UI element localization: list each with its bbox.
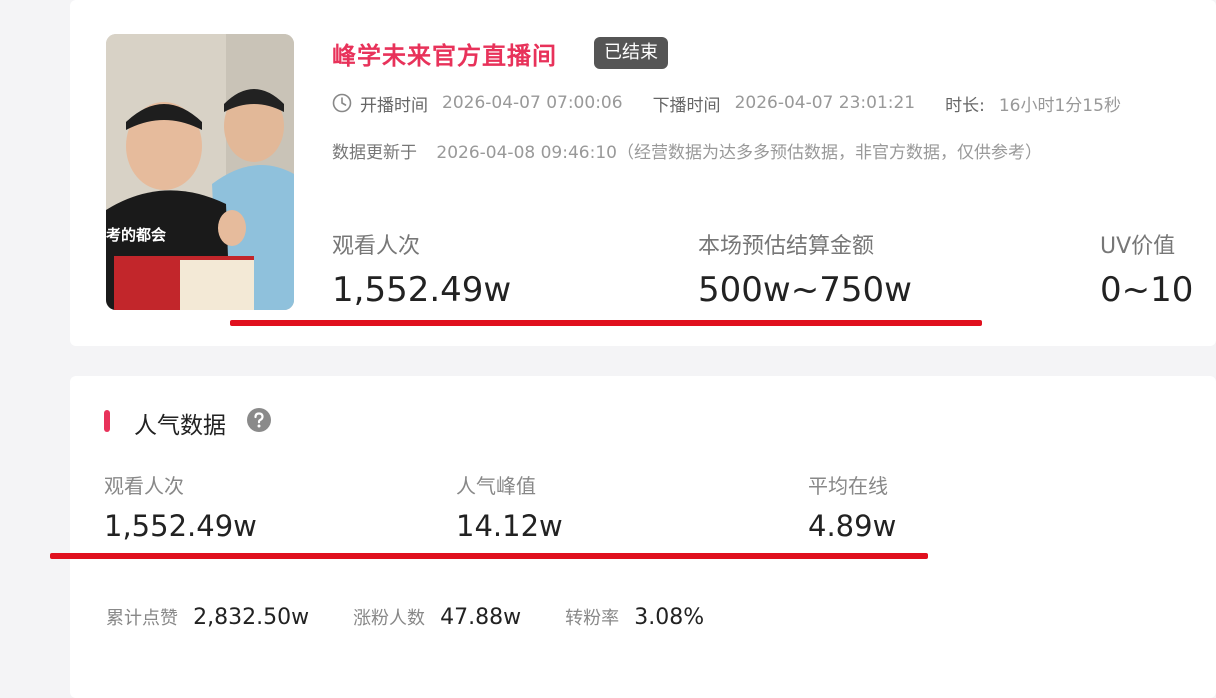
metric-settlement-value: 500w~750w xyxy=(698,270,912,310)
question-circle-icon[interactable] xyxy=(246,407,272,433)
metric-views-label: 观看人次 xyxy=(332,234,421,259)
end-time-value: 2026-04-07 23:01:21 xyxy=(734,93,916,113)
pop-views-value: 1,552.49w xyxy=(104,509,257,543)
broadcast-time-row: 开播时间 2026-04-07 07:00:06 下播时间 2026-04-07… xyxy=(332,88,1216,118)
metric-views: 观看人次 1,552.49w xyxy=(332,228,511,310)
metric-uv-number: 0~10 xyxy=(1100,270,1194,310)
live-room-card: 考的都会 峰学未来官方直播间 已结束 开播时间 2026-04-07 07:00… xyxy=(70,0,1216,346)
conversion-rate-value: 3.08% xyxy=(634,605,705,630)
pop-avg-label: 平均在线 xyxy=(808,474,888,498)
new-fans-label: 涨粉人数 xyxy=(353,608,426,629)
pop-views-label: 观看人次 xyxy=(104,474,184,498)
metric-settlement: 本场预估结算金额 500w~750w xyxy=(698,228,912,310)
duration-label: 时长: xyxy=(945,95,985,116)
live-room-cover-image[interactable] xyxy=(106,34,294,310)
highlight-underline-bottom xyxy=(50,553,928,559)
pop-metric-views: 观看人次 1,552.49w xyxy=(104,470,257,543)
end-time-label: 下播时间 xyxy=(652,95,721,116)
metric-uv-value: UV价值 0~10 xyxy=(1100,228,1193,310)
cover-shirt-text: 考的都会 xyxy=(106,226,167,244)
room-title[interactable]: 峰学未来官方直播间 xyxy=(332,36,557,71)
highlight-underline-top xyxy=(230,320,982,326)
start-time-label: 开播时间 xyxy=(360,95,428,116)
new-fans-metric: 涨粉人数 47.88w xyxy=(353,604,521,630)
pop-metric-peak: 人气峰值 14.12w xyxy=(456,470,563,543)
likes-metric: 累计点赞 2,832.50w xyxy=(106,604,309,630)
status-badge: 已结束 xyxy=(594,37,668,69)
conversion-rate-metric: 转粉率 3.08% xyxy=(565,604,704,630)
conversion-rate-label: 转粉率 xyxy=(565,608,620,629)
duration-value: 16小时1分15秒 xyxy=(998,95,1121,116)
likes-label: 累计点赞 xyxy=(106,608,178,629)
metric-uv-label: UV价值 xyxy=(1100,234,1176,259)
pop-metric-average-online: 平均在线 4.89w xyxy=(808,470,896,543)
pop-peak-label: 人气峰值 xyxy=(456,474,536,498)
section-title: 人气数据 xyxy=(134,413,226,439)
section-accent-bar xyxy=(104,410,110,432)
pop-avg-value: 4.89w xyxy=(808,509,897,543)
update-value: 2026-04-08 09:46:10（经营数据为达多多预估数据，非官方数据，仅… xyxy=(436,143,1042,163)
metric-views-value: 1,552.49w xyxy=(332,270,512,310)
likes-value: 2,832.50w xyxy=(193,605,310,630)
secondary-metrics-row: 累计点赞 2,832.50w 涨粉人数 47.88w 转粉率 3.08% xyxy=(106,604,748,630)
clock-icon xyxy=(332,93,352,113)
data-update-row: 数据更新于 2026-04-08 09:46:10（经营数据为达多多预估数据，非… xyxy=(332,138,1042,163)
pop-peak-value: 14.12w xyxy=(456,509,563,543)
update-label: 数据更新于 xyxy=(332,143,417,163)
new-fans-value: 47.88w xyxy=(440,605,522,630)
popularity-card: 人气数据 观看人次 1,552.49w 人气峰值 14.12w 平均在线 4.8… xyxy=(70,376,1216,698)
start-time-value: 2026-04-07 07:00:06 xyxy=(442,93,623,113)
metric-settlement-label: 本场预估结算金额 xyxy=(698,234,875,259)
